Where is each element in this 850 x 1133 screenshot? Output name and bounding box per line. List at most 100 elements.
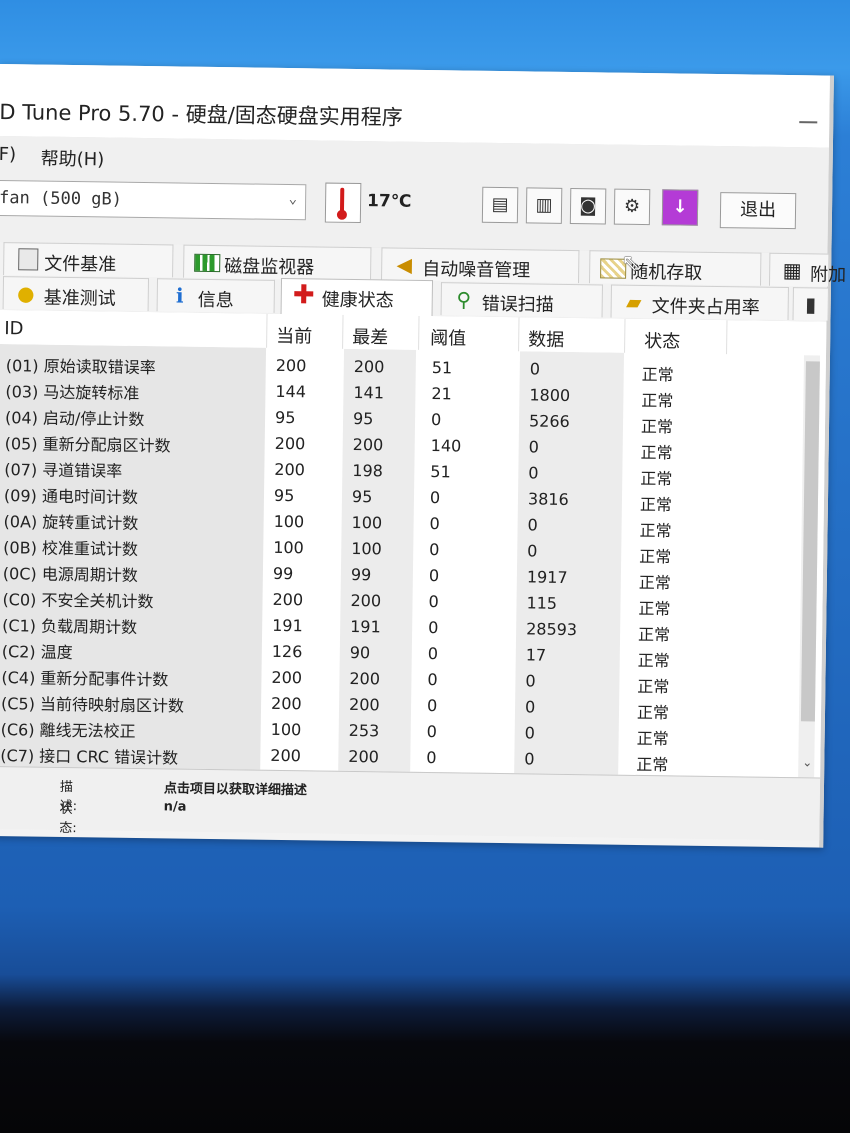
cell-threshold: 0 — [428, 592, 439, 612]
cell-status: 正常 — [639, 546, 672, 567]
cell-current: 200 — [275, 355, 307, 376]
details-panel: 描述: 点击项目以获取详细描述 状态: n/a — [0, 765, 821, 841]
cell-threshold: 21 — [431, 384, 452, 404]
header-status[interactable]: 状态 — [636, 318, 728, 355]
cell-id: (05) 重新分配扇区计数 — [4, 434, 171, 456]
drive-select[interactable]: fan (500 gB) ⌄ — [0, 179, 307, 221]
chevron-down-icon[interactable]: ⌄ — [289, 191, 298, 207]
header-threshold[interactable]: 阈值 — [422, 315, 520, 352]
tab-erase[interactable]: ▮ — [792, 287, 829, 321]
cell-current: 200 — [270, 745, 302, 766]
cell-worst: 253 — [348, 720, 380, 741]
health-cross-icon: ✚ — [292, 280, 315, 311]
cell-data: 17 — [525, 645, 547, 665]
cell-id: (07) 寻道错误率 — [4, 460, 123, 481]
tab-info[interactable]: i 信息 — [156, 278, 276, 313]
cell-data: 0 — [524, 749, 535, 769]
cell-data: 1800 — [529, 385, 571, 405]
cell-status: 正常 — [639, 494, 673, 515]
tab-file-benchmark[interactable]: 文件基准 — [3, 242, 174, 278]
tab-error-scan[interactable]: ⚲ 错误扫描 — [440, 282, 603, 318]
health-table: ID 当前 最差 阈值 数据 状态 (01) 原始读取错误率 200 200 51 0 正… — [0, 309, 827, 778]
cell-id: (C5) 当前待映射扇区计数 — [0, 694, 185, 716]
cell-worst: 200 — [353, 356, 385, 377]
cell-threshold: 140 — [430, 436, 462, 456]
scroll-down-icon[interactable]: ⌄ — [802, 755, 812, 769]
cell-data: 5266 — [528, 411, 570, 431]
copy-screenshot-icon[interactable]: ▥ — [525, 187, 563, 224]
cell-id: (C6) 離线无法校正 — [0, 720, 136, 741]
cell-id: (03) 马达旋转标准 — [5, 382, 140, 403]
cell-worst: 200 — [350, 590, 382, 611]
cell-status: 正常 — [636, 702, 670, 723]
cell-threshold: 0 — [429, 488, 441, 508]
tab-random-access[interactable]: 随机存取 — [588, 250, 762, 286]
minimize-icon[interactable] — [799, 121, 818, 124]
copy-info-icon[interactable]: ▤ — [481, 186, 519, 224]
header-current[interactable]: 当前 — [268, 313, 344, 349]
cell-current: 95 — [273, 485, 295, 506]
cell-threshold: 51 — [430, 462, 451, 482]
cell-data: 0 — [527, 541, 538, 561]
download-icon[interactable]: ↓ — [661, 189, 699, 226]
cell-status: 正常 — [637, 624, 671, 645]
tab-benchmark[interactable]: ● 基准测试 — [2, 276, 150, 312]
benchmark-icon: ● — [16, 281, 35, 306]
cell-status: 正常 — [641, 390, 674, 411]
magnifier-icon: ⚲ — [456, 287, 472, 312]
cell-worst: 100 — [351, 512, 383, 533]
cell-threshold: 0 — [427, 670, 438, 690]
cell-worst: 100 — [351, 538, 382, 559]
cell-id: (09) 通电时间计数 — [3, 486, 139, 507]
tab-extra[interactable]: ▦ 附加 — [768, 252, 846, 287]
cell-id: (01) 原始读取错误率 — [5, 356, 156, 378]
cell-current: 95 — [274, 407, 296, 428]
cell-worst: 200 — [352, 434, 384, 455]
thermometer-icon — [324, 182, 362, 224]
cell-id: (C4) 重新分配事件计数 — [1, 668, 169, 690]
tab-folder-usage[interactable]: ▰ 文件夹占用率 — [610, 284, 789, 321]
cell-status: 正常 — [636, 728, 669, 749]
header-data[interactable]: 数据 — [520, 317, 626, 353]
cell-worst: 200 — [348, 694, 380, 715]
gear-options-icon[interactable]: ⚙ — [613, 188, 651, 226]
folder-icon: ▰ — [625, 289, 642, 314]
cell-id: (0A) 旋转重试计数 — [3, 512, 139, 533]
cell-status: 正常 — [638, 598, 671, 619]
cell-worst: 198 — [352, 460, 384, 481]
header-worst[interactable]: 最差 — [344, 314, 420, 350]
status-value: n/a — [163, 799, 187, 815]
disk-monitor-icon — [194, 253, 221, 273]
cell-worst: 200 — [348, 746, 380, 767]
exit-button[interactable]: 退出 — [719, 192, 797, 230]
cell-status: 正常 — [641, 364, 674, 385]
cell-data: 0 — [528, 463, 539, 483]
file-benchmark-icon — [18, 248, 39, 271]
cell-status: 正常 — [639, 520, 672, 541]
cell-worst: 200 — [349, 668, 381, 689]
cell-worst: 191 — [350, 616, 381, 637]
cell-threshold: 0 — [429, 514, 440, 534]
tab-disk-monitor[interactable]: 磁盘监视器 — [183, 244, 372, 281]
menu-file[interactable]: F) — [0, 144, 16, 165]
temperature-indicator: 17℃ — [323, 182, 414, 224]
camera-icon[interactable]: ◙ — [569, 187, 607, 225]
cell-id: (0C) 电源周期计数 — [2, 564, 138, 585]
description-value: 点击项目以获取详细描述 — [163, 781, 308, 799]
cell-id: (C1) 负载周期计数 — [2, 616, 138, 637]
cell-worst: 95 — [352, 408, 374, 429]
cell-current: 99 — [272, 563, 294, 584]
tab-health[interactable]: ✚ 健康状态 — [280, 277, 434, 318]
cell-data: 1917 — [526, 567, 568, 587]
cell-id: (0B) 校准重试计数 — [3, 538, 139, 559]
cell-current: 200 — [270, 693, 302, 714]
header-id[interactable]: ID — [0, 309, 268, 348]
cell-data: 0 — [527, 515, 538, 535]
cell-status: 正常 — [637, 650, 670, 671]
cell-data: 115 — [526, 593, 558, 613]
cell-threshold: 0 — [428, 618, 439, 638]
menu-help[interactable]: 帮助(H) — [41, 145, 105, 172]
tab-aam[interactable]: ◀ 自动噪音管理 — [381, 247, 580, 284]
cell-current: 191 — [272, 615, 303, 636]
status-label: 状态: — [59, 801, 77, 837]
